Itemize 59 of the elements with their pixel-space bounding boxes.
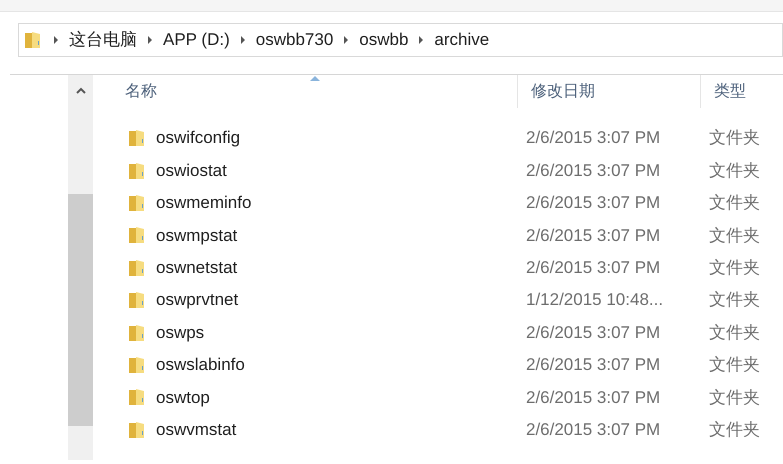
chevron-icon[interactable]	[418, 36, 424, 44]
drive-folder-icon	[23, 30, 43, 50]
file-name[interactable]: oswnetstat	[156, 255, 238, 280]
file-name[interactable]: oswifconfig	[156, 125, 240, 151]
file-name[interactable]: oswmpstat	[156, 222, 238, 248]
date-cell-text: 2/6/2015 3:07 PM	[525, 354, 662, 376]
address-bar[interactable]: 这台电脑 APP (D:) oswbb730 oswbb archive	[18, 23, 783, 57]
file-name[interactable]: oswps	[156, 320, 204, 346]
column-header[interactable]: 修改日期	[517, 75, 700, 108]
breadcrumb-item[interactable]: 这台电脑	[69, 27, 137, 53]
type-cell-text: 文件夹	[708, 257, 761, 279]
date-cell-text: 2/6/2015 3:07 PM	[525, 322, 662, 344]
date-cell-text: 2/6/2015 3:07 PM	[525, 127, 662, 150]
breadcrumb-item[interactable]: oswbb730	[256, 27, 334, 53]
type-cell-text: 文件夹	[708, 289, 761, 312]
file-name[interactable]: oswslabinfo	[156, 352, 245, 378]
type-cell-text: 文件夹	[708, 386, 761, 409]
folder-icon	[127, 160, 147, 181]
scroll-up-icon[interactable]	[76, 87, 86, 94]
breadcrumb-item[interactable]: oswbb	[359, 27, 408, 53]
folder-icon	[127, 225, 147, 246]
folder-icon	[127, 258, 147, 278]
type-cell-text: 文件夹	[708, 418, 761, 441]
folder-icon	[127, 420, 147, 440]
scrollbar[interactable]	[68, 75, 93, 460]
column-header[interactable]: 类型	[700, 75, 780, 108]
folder-icon	[127, 387, 147, 408]
file-name[interactable]: oswiostat	[156, 158, 227, 184]
date-cell-text: 2/6/2015 3:07 PM	[525, 257, 662, 279]
scrollbar-thumb[interactable]	[68, 194, 93, 426]
type-cell-text: 文件夹	[708, 192, 761, 214]
folder-icon	[127, 192, 147, 213]
file-name[interactable]: oswvmstat	[156, 416, 236, 442]
file-name[interactable]: oswmeminfo	[156, 190, 252, 216]
sort-arrow-icon	[310, 75, 320, 81]
file-name[interactable]: oswtop	[156, 384, 210, 410]
breadcrumb-item[interactable]: archive	[434, 27, 490, 53]
type-cell-text: 文件夹	[708, 354, 761, 376]
folder-icon	[127, 322, 147, 343]
chevron-icon[interactable]	[147, 36, 153, 44]
chevron-icon[interactable]	[343, 36, 350, 44]
date-cell-text: 2/6/2015 3:07 PM	[525, 418, 662, 441]
type-cell-text: 文件夹	[708, 160, 761, 182]
chevron-icon[interactable]	[240, 36, 246, 44]
date-cell-text: 2/6/2015 3:07 PM	[525, 160, 662, 182]
date-cell-text: 2/6/2015 3:07 PM	[525, 192, 662, 214]
folder-icon	[127, 354, 147, 375]
folder-icon	[127, 128, 147, 148]
chevron-icon[interactable]	[53, 36, 59, 44]
type-cell-text: 文件夹	[708, 322, 761, 344]
column-header[interactable]: 名称	[112, 75, 517, 108]
type-cell-text: 文件夹	[708, 224, 761, 247]
type-cell-text: 文件夹	[708, 127, 761, 150]
file-name[interactable]: oswprvtnet	[156, 287, 238, 313]
breadcrumb-item[interactable]: APP (D:)	[163, 27, 230, 53]
date-cell-text: 1/12/2015 10:48...	[525, 289, 664, 312]
date-cell-text: 2/6/2015 3:07 PM	[525, 224, 662, 247]
date-cell-text: 2/6/2015 3:07 PM	[525, 386, 662, 409]
folder-icon	[127, 290, 147, 310]
